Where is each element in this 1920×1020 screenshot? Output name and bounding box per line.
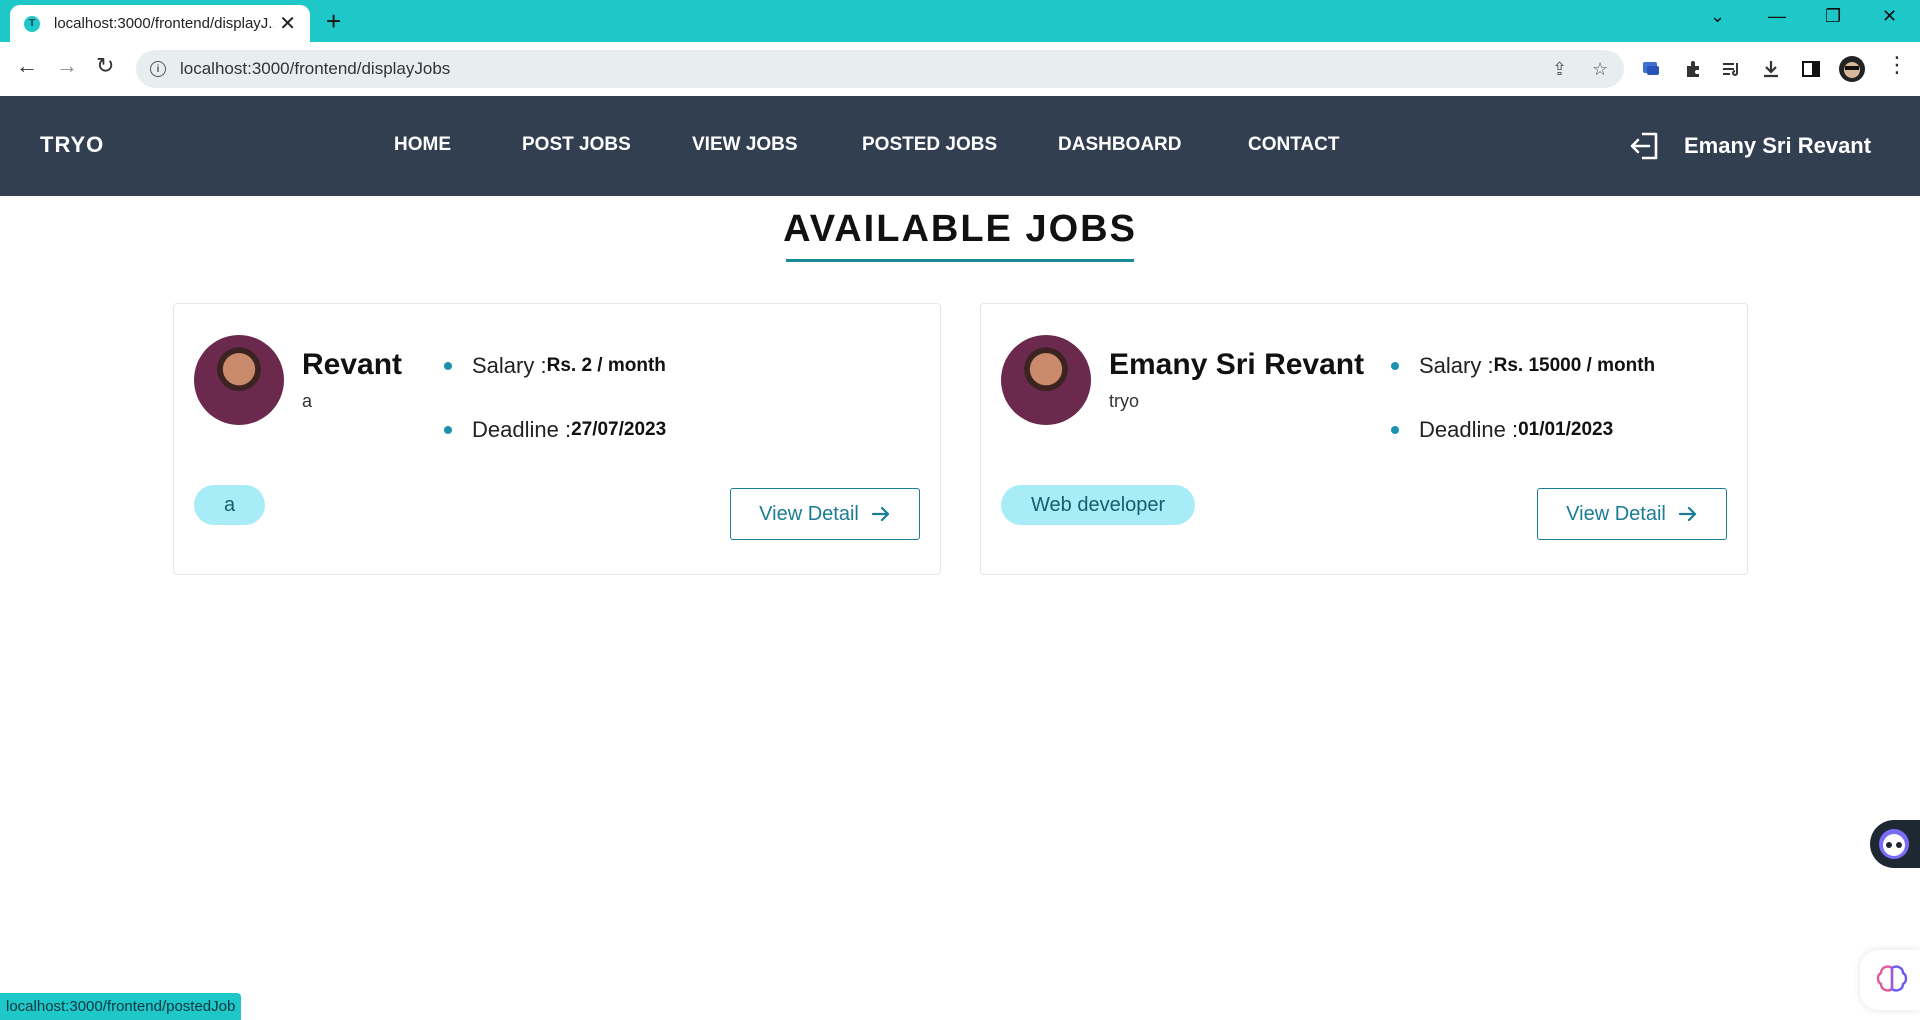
nav-link-post-jobs[interactable]: POST JOBS (522, 134, 631, 156)
close-window-icon[interactable]: ✕ (1882, 6, 1897, 27)
bot-face-icon (1879, 829, 1909, 859)
tab-title: localhost:3000/frontend/displayJ... (54, 15, 274, 32)
arrow-right-icon (1678, 506, 1696, 522)
job-card: Revant a Salary : Rs. 2 / month Deadline… (173, 303, 941, 575)
salary-label: Salary : (1419, 353, 1494, 378)
job-role-tag: a (194, 485, 266, 525)
view-detail-label: View Detail (1566, 502, 1666, 525)
user-name[interactable]: Emany Sri Revant (1684, 133, 1871, 159)
bullet-icon (1391, 362, 1399, 370)
salary-row: Salary : Rs. 15000 / month (1391, 334, 1655, 398)
assistant-widget[interactable] (1860, 950, 1920, 1010)
tab-close-icon[interactable]: ✕ (279, 14, 296, 34)
deadline-label: Deadline : (1419, 417, 1519, 442)
bullet-icon (444, 362, 452, 370)
logout-icon[interactable] (1628, 129, 1662, 163)
salary-row: Salary : Rs. 2 / month (444, 334, 666, 398)
nav-link-contact[interactable]: CONTACT (1248, 134, 1339, 156)
media-queue-icon[interactable] (1720, 58, 1742, 80)
salary-value: Rs. 15000 / month (1493, 355, 1656, 376)
view-detail-button[interactable]: View Detail (730, 488, 920, 540)
job-card: Emany Sri Revant tryo Salary : Rs. 15000… (980, 303, 1748, 575)
arrow-right-icon (871, 506, 889, 522)
extensions-puzzle-icon[interactable] (1682, 58, 1704, 80)
share-icon[interactable]: ⇪ (1552, 59, 1567, 80)
view-detail-button[interactable]: View Detail (1537, 488, 1727, 540)
download-icon[interactable] (1760, 58, 1782, 80)
job-poster-name: Revant (302, 348, 403, 381)
deadline-row: Deadline : 01/01/2023 (1391, 398, 1655, 462)
salary-label: Salary : (472, 353, 547, 378)
bookmark-star-icon[interactable]: ☆ (1592, 59, 1608, 80)
browser-tab-bar: T localhost:3000/frontend/displayJ... ✕ … (0, 0, 1920, 42)
job-info-list: Salary : Rs. 15000 / month Deadline : 01… (1391, 334, 1655, 462)
deadline-label: Deadline : (472, 417, 572, 442)
side-panel-icon[interactable] (1800, 58, 1822, 80)
deadline-value: 27/07/2023 (571, 419, 667, 440)
browser-address-bar: ← → ↻ i localhost:3000/frontend/displayJ… (0, 42, 1920, 96)
forward-icon[interactable]: → (56, 55, 78, 77)
job-poster-name: Emany Sri Revant (1109, 348, 1365, 381)
job-company: tryo (1109, 391, 1140, 411)
brand-logo[interactable]: TRYO (40, 132, 104, 158)
deadline-value: 01/01/2023 (1518, 419, 1614, 440)
nav-link-home[interactable]: HOME (394, 134, 451, 156)
new-tab-icon[interactable]: + (326, 8, 341, 34)
salary-value: Rs. 2 / month (546, 355, 666, 376)
browser-menu-icon[interactable]: ⋮ (1886, 54, 1908, 76)
nav-link-dashboard[interactable]: DASHBOARD (1058, 134, 1182, 156)
extension-chat-icon[interactable] (1640, 58, 1662, 80)
bullet-icon (1391, 426, 1399, 434)
back-icon[interactable]: ← (16, 55, 38, 77)
job-role-tag: Web developer (1001, 485, 1196, 525)
app-navbar: TRYO HOME POST JOBS VIEW JOBS POSTED JOB… (0, 96, 1920, 196)
tab-favicon-icon: T (24, 15, 40, 32)
view-detail-label: View Detail (759, 502, 859, 525)
avatar (194, 335, 284, 425)
job-info-list: Salary : Rs. 2 / month Deadline : 27/07/… (444, 334, 666, 462)
nav-link-view-jobs[interactable]: VIEW JOBS (692, 134, 798, 156)
url-text: localhost:3000/frontend/displayJobs (180, 59, 451, 78)
title-underline (786, 259, 1134, 262)
page-title: AVAILABLE JOBS (783, 208, 1137, 250)
restore-icon[interactable]: ❐ (1825, 6, 1841, 27)
profile-avatar-icon[interactable] (1838, 55, 1866, 83)
tab-search-icon[interactable]: ⌄ (1710, 6, 1725, 27)
site-info-icon[interactable]: i (150, 61, 166, 77)
chatbot-widget[interactable] (1870, 820, 1920, 868)
status-bar-url: localhost:3000/frontend/postedJob (0, 993, 242, 1020)
job-company: a (302, 391, 313, 411)
browser-tab[interactable]: T localhost:3000/frontend/displayJ... ✕ (10, 5, 310, 42)
avatar (1001, 335, 1091, 425)
url-input[interactable]: i localhost:3000/frontend/displayJobs ⇪ … (136, 50, 1624, 88)
minimize-icon[interactable]: — (1768, 6, 1786, 27)
bullet-icon (444, 426, 452, 434)
deadline-row: Deadline : 27/07/2023 (444, 398, 666, 462)
nav-link-posted-jobs[interactable]: POSTED JOBS (862, 134, 997, 156)
brain-icon (1876, 965, 1908, 992)
reload-icon[interactable]: ↻ (96, 55, 114, 77)
